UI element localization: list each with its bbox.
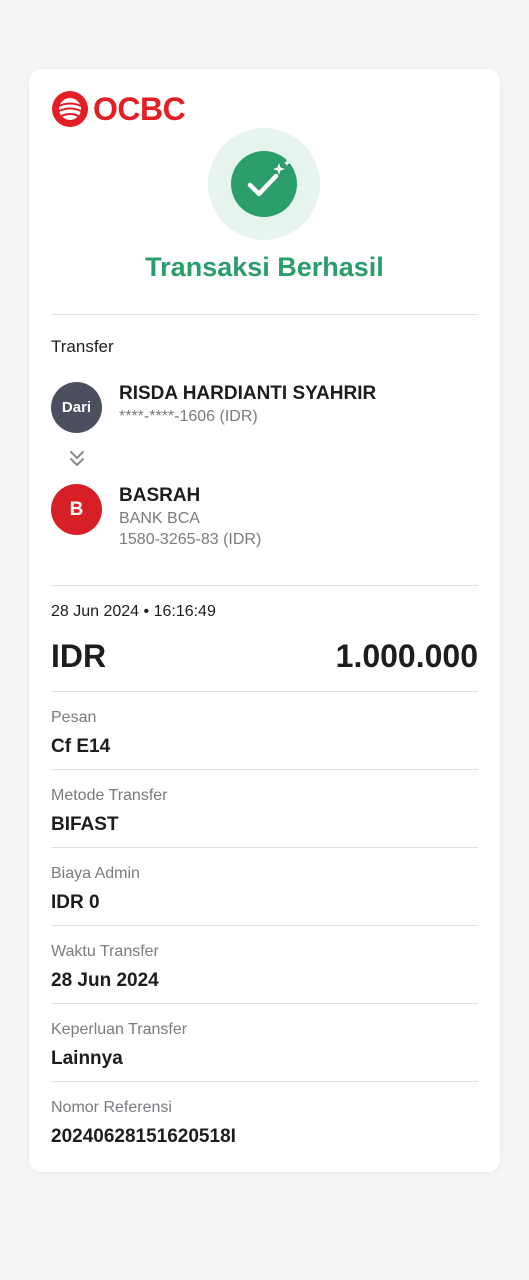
amount-row: IDR 1.000.000 — [51, 637, 478, 675]
detail-admin-fee: Biaya Admin IDR 0 — [51, 863, 478, 916]
detail-label: Keperluan Transfer — [51, 1021, 188, 1038]
section-label-transfer: Transfer — [51, 337, 114, 356]
detail-message: Pesan Cf E14 — [51, 707, 478, 760]
amount-currency: IDR — [51, 638, 107, 674]
divider — [51, 847, 478, 848]
sender-account: ****-****-1606 (IDR) — [119, 408, 258, 425]
recipient-name: BASRAH — [119, 485, 201, 506]
detail-transfer-time: Waktu Transfer 28 Jun 2024 — [51, 941, 478, 994]
detail-transfer-method: Metode Transfer BIFAST — [51, 785, 478, 838]
transaction-receipt-card: OCBC Transaksi Berhasil Transfer Dari RI… — [29, 69, 500, 1172]
amount-value: 1.000.000 — [335, 638, 478, 674]
check-sparkle-icon — [247, 160, 290, 197]
detail-value: Cf E14 — [51, 736, 111, 757]
recipient-bank: BANK BCA — [119, 510, 200, 527]
success-badge — [208, 128, 320, 240]
detail-value: 20240628151620518I — [51, 1126, 236, 1147]
sender-name: RISDA HARDIANTI SYAHRIR — [119, 383, 377, 404]
recipient-account: 1580-3265-83 (IDR) — [119, 531, 262, 548]
detail-reference-number: Nomor Referensi 20240628151620518I — [51, 1097, 478, 1150]
sender-info: RISDA HARDIANTI SYAHRIR ****-****-1606 (… — [119, 382, 376, 427]
double-chevron-down-icon — [70, 451, 84, 466]
divider — [51, 1081, 478, 1082]
ocbc-logo: OCBC — [51, 90, 186, 128]
divider — [51, 691, 478, 692]
transaction-datetime: 28 Jun 2024 • 16:16:49 — [51, 603, 216, 620]
detail-value: Lainnya — [51, 1048, 123, 1069]
recipient-info: BASRAH BANK BCA 1580-3265-83 (IDR) — [119, 484, 261, 550]
recipient-avatar: B — [51, 484, 102, 535]
detail-value: IDR 0 — [51, 892, 100, 913]
detail-value: BIFAST — [51, 814, 119, 835]
sender-block: Dari RISDA HARDIANTI SYAHRIR ****-****-1… — [51, 382, 376, 433]
status-title: Transaksi Berhasil — [145, 252, 384, 282]
brand-name: OCBC — [93, 91, 186, 127]
divider — [51, 925, 478, 926]
detail-transfer-purpose: Keperluan Transfer Lainnya — [51, 1019, 478, 1072]
ocbc-logo-icon — [52, 91, 88, 127]
detail-label: Metode Transfer — [51, 787, 168, 804]
divider — [51, 769, 478, 770]
divider — [51, 314, 478, 315]
detail-label: Waktu Transfer — [51, 943, 159, 960]
detail-value: 28 Jun 2024 — [51, 970, 159, 991]
detail-label: Nomor Referensi — [51, 1099, 172, 1116]
divider — [51, 585, 478, 586]
success-circle — [231, 151, 297, 217]
sender-avatar: Dari — [51, 382, 102, 433]
detail-label: Biaya Admin — [51, 865, 140, 882]
recipient-block: B BASRAH BANK BCA 1580-3265-83 (IDR) — [51, 484, 261, 550]
detail-label: Pesan — [51, 709, 97, 726]
divider — [51, 1003, 478, 1004]
